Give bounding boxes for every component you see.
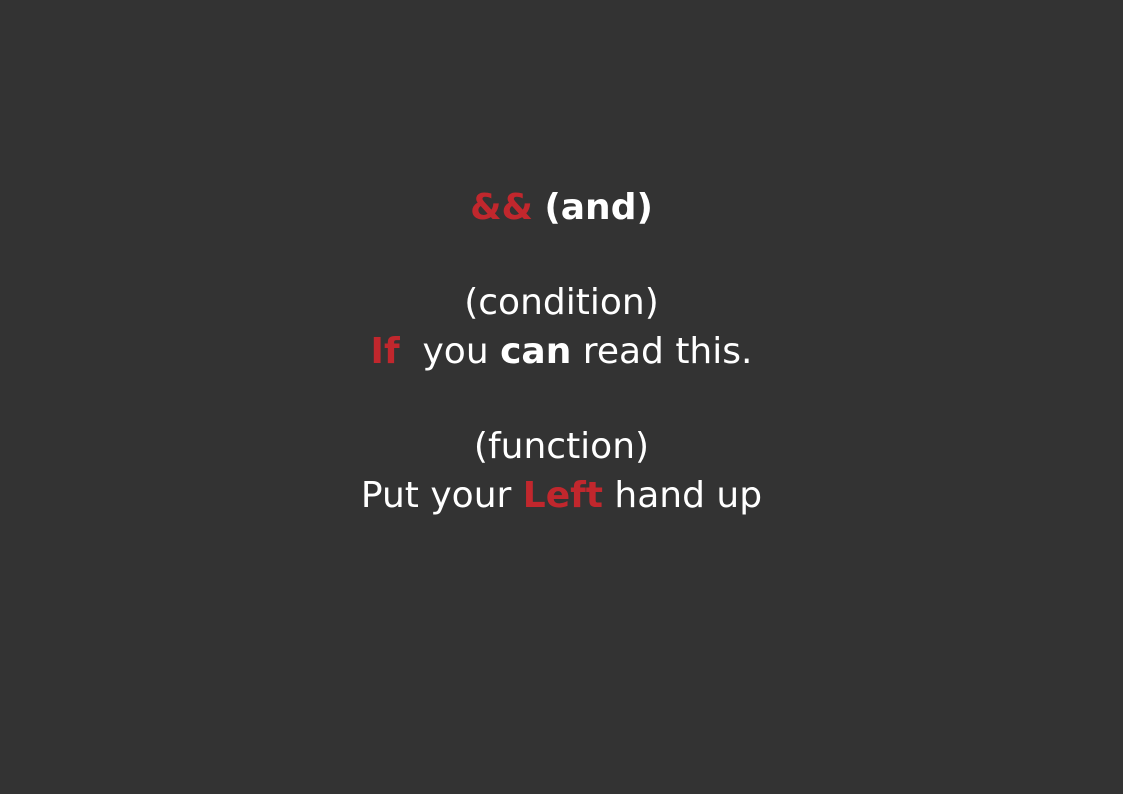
condition-label: (condition) (464, 282, 659, 323)
condition-line: If you can read this. (0, 330, 1123, 374)
left-keyword: Left (522, 475, 603, 516)
function-line: Put your Left hand up (0, 474, 1123, 518)
function-text-after: hand up (602, 475, 763, 516)
condition-text-after: read this. (571, 331, 753, 372)
and-label: (and) (544, 187, 653, 228)
can-emphasis: can (500, 331, 572, 372)
and-operator: && (470, 187, 533, 228)
if-keyword: If (370, 331, 400, 372)
heading-line: && (and) (0, 186, 1123, 230)
slide: && (and) (condition) If you can read thi… (0, 0, 1123, 794)
function-label: (function) (473, 426, 650, 467)
function-text-before: Put your (360, 475, 523, 516)
condition-text-before: you (422, 331, 501, 372)
